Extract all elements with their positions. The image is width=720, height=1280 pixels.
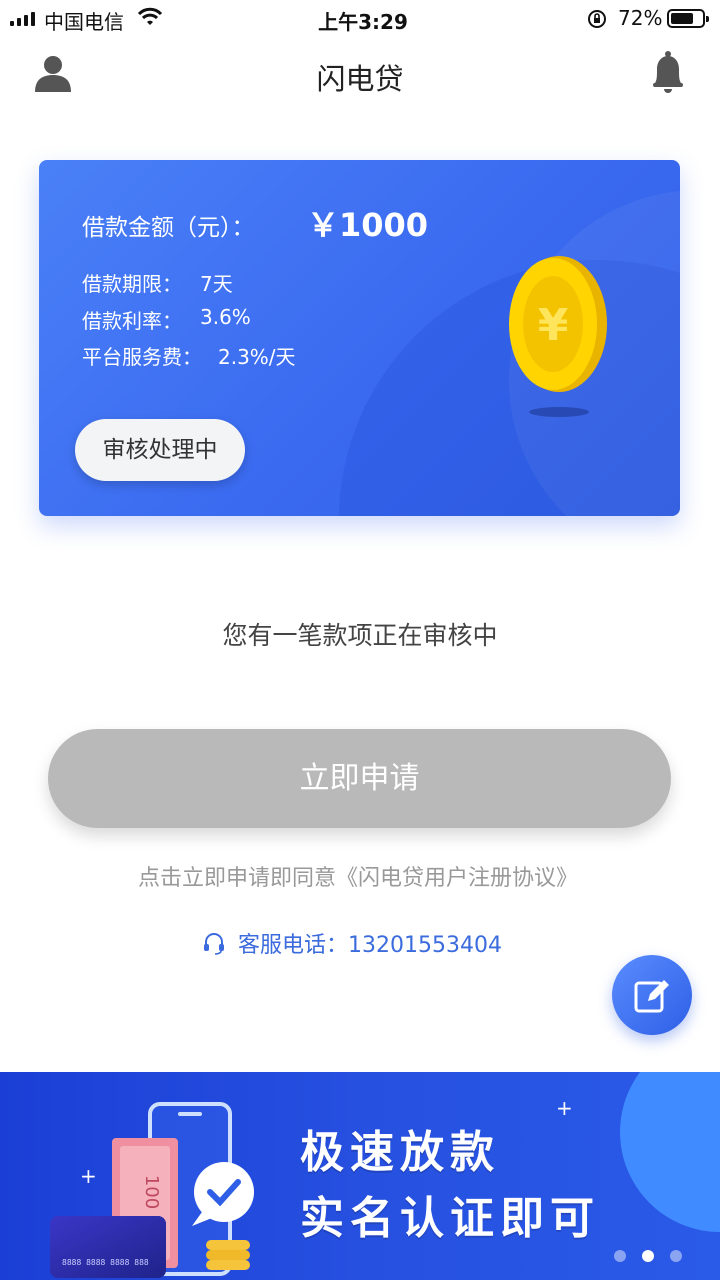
carousel-indicator[interactable] — [614, 1250, 682, 1262]
battery-icon — [667, 9, 709, 28]
rotation-lock-icon — [588, 10, 606, 28]
bill-value: 100 — [141, 1175, 162, 1209]
interest-rate-label: 借款利率： — [82, 309, 182, 333]
interest-rate-row: 借款利率： 3.6% — [82, 305, 251, 334]
carousel-dot[interactable] — [614, 1250, 626, 1262]
coin-icon: ¥ — [509, 256, 607, 417]
bell-icon[interactable] — [648, 50, 688, 94]
hotline-text: 客服电话：13201553404 — [238, 933, 502, 958]
nav-bar: 闪电贷 — [0, 44, 720, 104]
coin-symbol: ¥ — [538, 300, 569, 351]
amount-value: ￥1000 — [307, 206, 429, 244]
service-fee-row: 平台服务费： 2.3%/天 — [82, 341, 296, 370]
hotline[interactable]: 客服电话：13201553404 — [202, 928, 502, 958]
edit-button[interactable] — [612, 955, 692, 1035]
service-fee-label: 平台服务费： — [82, 345, 202, 369]
agreement-link[interactable]: 点击立即申请即同意《闪电贷用户注册协议》 — [0, 860, 716, 892]
clock: 上午3:29 — [318, 10, 408, 34]
carousel-dot[interactable] — [670, 1250, 682, 1262]
amount-label: 借款金额（元）： — [82, 215, 255, 241]
status-badge: 审核处理中 — [75, 419, 245, 481]
phone-illustration: 100 8888 8888 8888 888 — [50, 1102, 254, 1278]
battery-percent: 72% — [618, 6, 663, 30]
edit-icon — [634, 980, 669, 1013]
promo-banner[interactable]: + + 100 8888 8888 8888 888 极速放款 实名认证即可 — [0, 1072, 720, 1280]
loan-term-value: 7天 — [200, 272, 233, 296]
page-title: 闪电贷 — [316, 62, 404, 96]
loan-term-row: 借款期限： 7天 — [82, 268, 233, 297]
interest-rate-value: 3.6% — [200, 305, 251, 329]
apply-button[interactable]: 立即申请 — [48, 729, 671, 828]
loan-term-label: 借款期限： — [82, 272, 182, 296]
status-bar: 中国电信 上午3:29 72% — [0, 0, 720, 40]
review-message: 您有一笔款项正在审核中 — [222, 621, 498, 650]
service-fee-value: 2.3%/天 — [218, 345, 296, 369]
banner-subheadline: 实名认证即可 — [300, 1193, 600, 1244]
banner-glow — [620, 1072, 720, 1232]
carousel-dot-active[interactable] — [642, 1250, 654, 1262]
loan-card: 借款金额（元）： ￥1000 借款期限： 7天 借款利率： 3.6% 平台服务费… — [39, 160, 680, 516]
sparkle-icon: + — [556, 1096, 573, 1120]
card-number: 8888 8888 8888 888 — [62, 1258, 149, 1267]
headset-icon — [204, 933, 224, 955]
banner-headline: 极速放款 — [300, 1127, 500, 1178]
